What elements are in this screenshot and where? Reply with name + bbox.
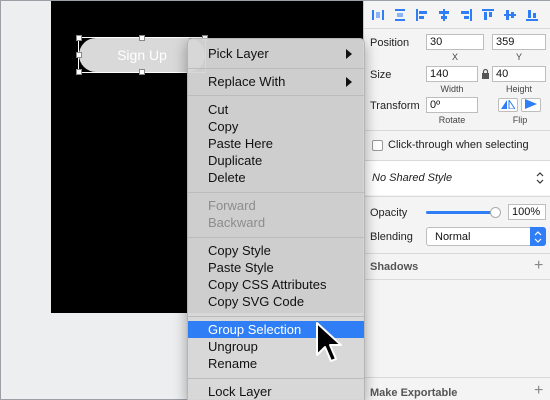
shared-style-value: No Shared Style [372, 172, 453, 184]
menu-item-label: Copy Style [208, 243, 271, 258]
align-bottom-icon[interactable] [524, 7, 540, 23]
menu-item-lock-layer[interactable]: Lock Layer [188, 383, 364, 400]
divider [364, 253, 550, 254]
align-right-icon[interactable] [458, 7, 474, 23]
menu-separator [188, 316, 364, 317]
resize-handle-middle-left[interactable] [76, 52, 82, 58]
transform-label: Transform [370, 100, 420, 112]
opacity-slider-fill [426, 211, 496, 214]
opacity-slider[interactable] [426, 207, 501, 218]
menu-item-label: Duplicate [208, 153, 263, 168]
menu-item-label: Paste Style [208, 260, 274, 275]
distribute-vertical-icon[interactable] [392, 7, 408, 23]
blending-label: Blending [370, 231, 413, 243]
menu-item-label: Copy SVG Code [208, 294, 305, 309]
flip-horizontal-button[interactable] [498, 98, 518, 112]
width-caption: Width [440, 84, 464, 94]
resize-handle-bottom-center[interactable] [139, 69, 145, 75]
menu-item-label: Ungroup [208, 339, 258, 354]
flip-vertical-button[interactable] [521, 98, 541, 112]
x-input[interactable]: 30 [426, 34, 484, 50]
menu-item-paste-here[interactable]: Paste Here [188, 135, 364, 152]
opacity-slider-knob[interactable] [490, 207, 501, 218]
add-shadow-icon[interactable]: + [534, 258, 543, 274]
y-input[interactable]: 359 [492, 34, 546, 50]
menu-item-copy-css-attributes[interactable]: Copy CSS Attributes [188, 276, 364, 293]
menu-item-replace-with[interactable]: Replace With [188, 73, 364, 90]
divider [364, 130, 550, 131]
chevron-updown-icon [536, 171, 544, 189]
height-input[interactable]: 40 [492, 66, 546, 82]
divider [364, 377, 550, 378]
align-left-icon[interactable] [414, 7, 430, 23]
menu-separator [188, 192, 364, 193]
blending-value: Normal [435, 231, 471, 243]
rotate-caption: Rotate [438, 115, 466, 125]
opacity-label: Opacity [370, 207, 408, 219]
menu-separator [188, 237, 364, 238]
menu-item-label: Pick Layer [208, 46, 269, 61]
menu-item-label: Lock Layer [208, 384, 272, 399]
add-export-icon[interactable]: + [534, 383, 543, 399]
align-vertical-center-icon[interactable] [502, 7, 518, 23]
menu-separator [188, 68, 364, 69]
divider [364, 279, 550, 280]
position-label: Position [370, 37, 410, 49]
menu-item-label: Replace With [208, 74, 286, 89]
chevron-updown-icon [530, 227, 546, 246]
inspector-panel: Position 30 359 X Y Size 140 40 Width He… [363, 1, 550, 400]
menu-item-label: Rename [208, 356, 258, 371]
height-caption: Height [505, 84, 532, 94]
width-input[interactable]: 140 [426, 66, 478, 82]
menu-item-label: Backward [208, 215, 266, 230]
menu-item-label: Copy CSS Attributes [208, 277, 327, 292]
click-through-label: Click-through when selecting [388, 139, 529, 151]
menu-item-backward: Backward [188, 214, 364, 231]
menu-item-copy-style[interactable]: Copy Style [188, 242, 364, 259]
submenu-arrow-icon [346, 77, 352, 87]
menu-item-label: Delete [208, 170, 246, 185]
menu-item-pick-layer[interactable]: Pick Layer [188, 45, 364, 62]
resize-handle-top-center[interactable] [139, 35, 145, 41]
resize-handle-top-left[interactable] [76, 35, 82, 41]
rotate-input[interactable]: 0º [426, 97, 478, 113]
menu-item-paste-style[interactable]: Paste Style [188, 259, 364, 276]
mouse-pointer-icon [314, 321, 342, 365]
x-caption: X [451, 52, 458, 62]
menu-item-label: Paste Here [208, 136, 274, 151]
menu-item-label: Cut [208, 102, 229, 117]
flip-caption: Flip [512, 115, 528, 125]
menu-item-forward: Forward [188, 197, 364, 214]
submenu-arrow-icon [346, 49, 352, 59]
menu-item-label: Group Selection [208, 322, 302, 337]
size-label: Size [370, 69, 392, 81]
menu-item-label: Forward [208, 198, 256, 213]
flip-horizontal-icon [501, 96, 516, 114]
y-caption: Y [515, 52, 522, 62]
align-horizontal-center-icon[interactable] [436, 7, 452, 23]
shadows-header: Shadows [370, 261, 419, 273]
resize-handle-bottom-left[interactable] [76, 69, 82, 75]
menu-item-cut[interactable]: Cut [188, 101, 364, 118]
menu-item-duplicate[interactable]: Duplicate [188, 152, 364, 169]
menu-item-delete[interactable]: Delete [188, 169, 364, 186]
distribute-horizontal-icon[interactable] [370, 7, 386, 23]
click-through-checkbox[interactable] [372, 140, 383, 151]
make-exportable-header: Make Exportable [370, 387, 458, 399]
menu-item-label: Copy [208, 119, 239, 134]
alignment-toolbar [364, 1, 550, 29]
align-top-icon[interactable] [480, 7, 496, 23]
lock-icon[interactable] [481, 67, 490, 85]
opacity-input[interactable]: 100% [508, 204, 546, 220]
menu-item-copy-svg-code[interactable]: Copy SVG Code [188, 293, 364, 310]
shared-style-select[interactable]: No Shared Style [364, 161, 550, 195]
menu-separator [188, 95, 364, 96]
flip-vertical-icon [525, 96, 537, 114]
sign-up-button-label: Sign Up [117, 47, 167, 63]
divider [364, 196, 550, 197]
menu-separator [188, 378, 364, 379]
menu-item-copy[interactable]: Copy [188, 118, 364, 135]
blending-select[interactable]: Normal [426, 227, 546, 246]
